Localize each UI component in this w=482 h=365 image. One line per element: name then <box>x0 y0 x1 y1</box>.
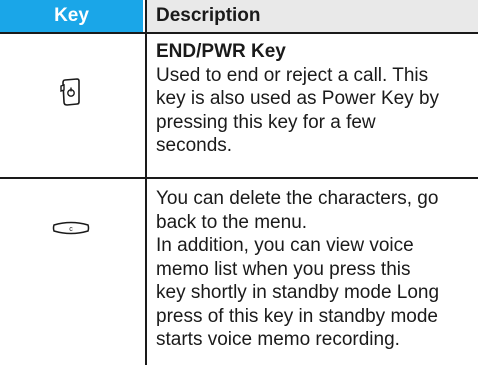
description-line: seconds. <box>156 135 233 156</box>
description-line: starts voice memo recording. <box>156 329 400 350</box>
clear-key-icon: c <box>51 221 91 240</box>
description-line: press of this key in standby mode <box>156 305 438 327</box>
description-line: key shortly in standby mode Long <box>156 282 440 303</box>
header-description: Description <box>147 0 478 32</box>
row-end-pwr-description: END/PWR Key Used to end or reject a call… <box>156 40 478 158</box>
row-title: END/PWR Key <box>156 41 286 62</box>
description-line: memo list when you press this <box>156 258 411 280</box>
header-rule <box>0 32 478 34</box>
description-line: In addition, you can view voice <box>156 235 414 256</box>
row-divider <box>0 177 478 179</box>
svg-text:c: c <box>69 226 73 233</box>
row-clear-description: You can delete the characters, go back t… <box>156 187 478 352</box>
description-line: pressing this key for a few <box>156 111 376 133</box>
description-line: You can delete the characters, go <box>156 188 439 209</box>
description-line: key is also used as Power Key by <box>156 88 440 109</box>
description-line: back to the menu. <box>156 211 308 233</box>
column-divider <box>145 0 147 365</box>
end-pwr-key-icon <box>59 77 83 112</box>
header-key: Key <box>0 0 143 32</box>
description-line: Used to end or reject a call. This <box>156 64 429 86</box>
